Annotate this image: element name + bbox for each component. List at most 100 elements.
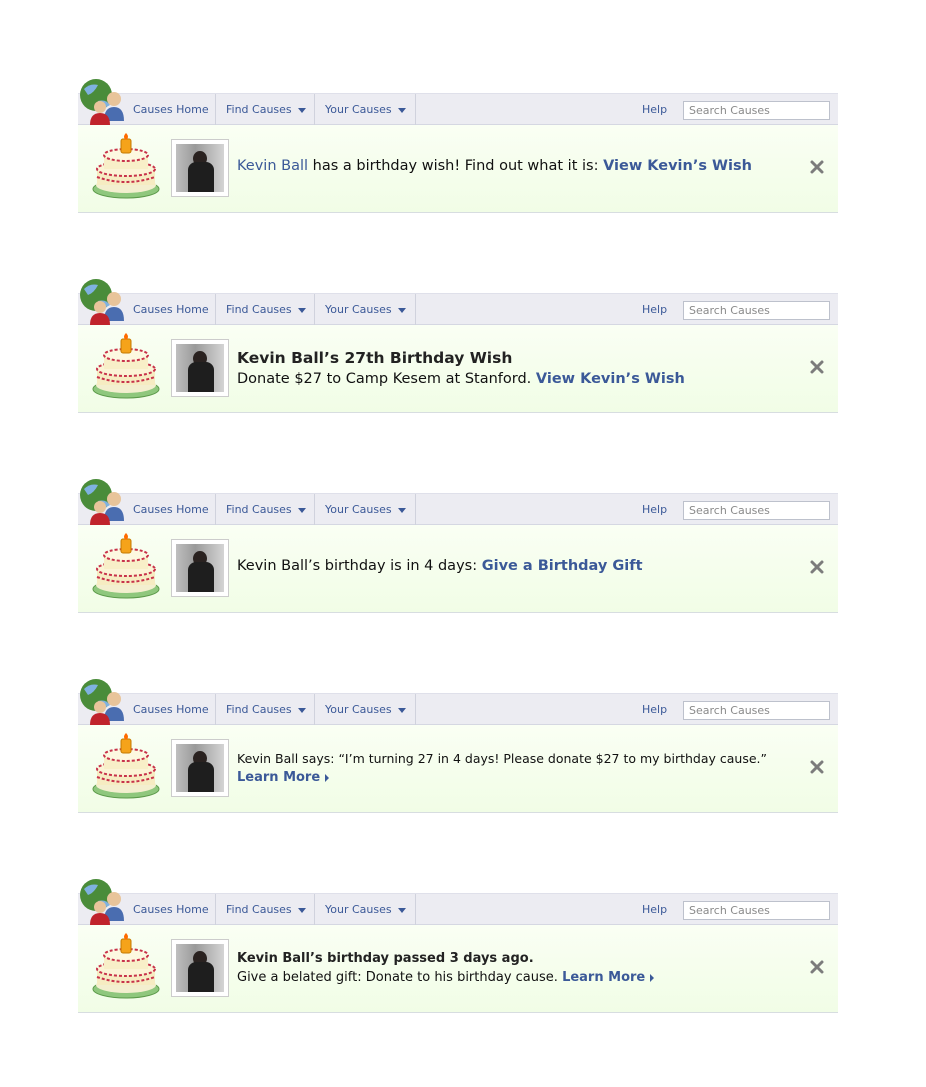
globe-people-icon[interactable] bbox=[78, 477, 128, 525]
nav-your-causes[interactable]: Your Causes bbox=[314, 94, 416, 125]
nav-your-label: Your Causes bbox=[325, 503, 392, 516]
passed-heading: Kevin Ball’s birthday passed 3 days ago. bbox=[237, 951, 534, 966]
globe-people-icon[interactable] bbox=[78, 877, 128, 925]
chevron-down-icon bbox=[397, 707, 406, 713]
chevron-down-icon bbox=[397, 507, 406, 513]
nav-your-label: Your Causes bbox=[325, 303, 392, 316]
birthday-panel: Kevin Ball says: “I’m turning 27 in 4 da… bbox=[78, 725, 838, 813]
nav-find-label: Find Causes bbox=[226, 103, 292, 116]
profile-photo[interactable] bbox=[171, 339, 229, 397]
search-input[interactable] bbox=[683, 301, 830, 320]
message-text: Donate $27 to Camp Kesem at Stanford. bbox=[237, 371, 536, 387]
nav-your-label: Your Causes bbox=[325, 703, 392, 716]
wish-heading: Kevin Ball’s 27th Birthday Wish bbox=[237, 349, 513, 367]
search-input[interactable] bbox=[683, 501, 830, 520]
chevron-down-icon bbox=[397, 307, 406, 313]
friend-name-link[interactable]: Kevin Ball bbox=[237, 158, 308, 174]
nav-help[interactable]: Help bbox=[642, 894, 667, 925]
chevron-down-icon bbox=[297, 307, 306, 313]
search-input[interactable] bbox=[683, 901, 830, 920]
close-icon[interactable] bbox=[809, 959, 825, 975]
nav-find-causes[interactable]: Find Causes bbox=[215, 694, 314, 725]
close-icon[interactable] bbox=[809, 159, 825, 175]
globe-people-icon[interactable] bbox=[78, 277, 128, 325]
chevron-down-icon bbox=[397, 907, 406, 913]
nav-your-causes[interactable]: Your Causes bbox=[314, 494, 416, 525]
globe-people-icon[interactable] bbox=[78, 677, 128, 725]
birthday-panel: Kevin Ball’s birthday is in 4 days: Give… bbox=[78, 525, 838, 613]
close-icon[interactable] bbox=[809, 359, 825, 375]
chevron-down-icon bbox=[297, 707, 306, 713]
give-gift-link[interactable]: Give a Birthday Gift bbox=[482, 558, 643, 574]
close-icon[interactable] bbox=[809, 759, 825, 775]
nav-causes-home[interactable]: Causes Home bbox=[133, 94, 209, 125]
nav-causes-home[interactable]: Causes Home bbox=[133, 294, 209, 325]
causes-navbar: Causes Home Find Causes Your Causes Help bbox=[78, 893, 838, 925]
nav-your-causes[interactable]: Your Causes bbox=[314, 694, 416, 725]
profile-photo[interactable] bbox=[171, 539, 229, 597]
birthday-message: Kevin Ball’s birthday is in 4 days: Give… bbox=[237, 558, 643, 574]
wish-details: Donate $27 to Camp Kesem at Stanford. Vi… bbox=[237, 371, 685, 387]
message-text: Give a belated gift: Donate to his birth… bbox=[237, 970, 563, 985]
chevron-down-icon bbox=[297, 907, 306, 913]
causes-banner-variant-3: Causes Home Find Causes Your Causes Help… bbox=[78, 493, 838, 633]
nav-help[interactable]: Help bbox=[642, 94, 667, 125]
belated-row: Give a belated gift: Donate to his birth… bbox=[237, 970, 655, 985]
nav-find-causes[interactable]: Find Causes bbox=[215, 294, 314, 325]
birthday-message: Kevin Ball has a birthday wish! Find out… bbox=[237, 158, 752, 174]
learn-more-link[interactable]: Learn More bbox=[237, 770, 320, 785]
chevron-down-icon bbox=[297, 507, 306, 513]
nav-find-label: Find Causes bbox=[226, 903, 292, 916]
birthday-cake-icon bbox=[92, 933, 160, 999]
chevron-down-icon bbox=[297, 107, 306, 113]
nav-your-causes[interactable]: Your Causes bbox=[314, 294, 416, 325]
nav-causes-home[interactable]: Causes Home bbox=[133, 694, 209, 725]
arrow-right-icon bbox=[650, 973, 655, 982]
close-icon[interactable] bbox=[809, 559, 825, 575]
birthday-cake-icon bbox=[92, 533, 160, 599]
view-wish-link[interactable]: View Kevin’s Wish bbox=[536, 371, 685, 387]
birthday-cake-icon bbox=[92, 133, 160, 199]
birthday-panel: Kevin Ball’s 27th Birthday Wish Donate $… bbox=[78, 325, 838, 413]
profile-photo[interactable] bbox=[171, 739, 229, 797]
nav-find-label: Find Causes bbox=[226, 503, 292, 516]
birthday-panel: Kevin Ball’s birthday passed 3 days ago.… bbox=[78, 925, 838, 1013]
causes-banner-variant-4: Causes Home Find Causes Your Causes Help… bbox=[78, 693, 838, 833]
nav-find-causes[interactable]: Find Causes bbox=[215, 894, 314, 925]
birthday-cake-icon bbox=[92, 733, 160, 799]
nav-find-causes[interactable]: Find Causes bbox=[215, 494, 314, 525]
chevron-down-icon bbox=[397, 107, 406, 113]
nav-causes-home[interactable]: Causes Home bbox=[133, 894, 209, 925]
causes-banner-variant-1: Causes Home Find Causes Your Causes Help… bbox=[78, 93, 838, 233]
birthday-cake-icon bbox=[92, 333, 160, 399]
message-text: Kevin Ball’s birthday is in 4 days: bbox=[237, 558, 482, 574]
nav-causes-home[interactable]: Causes Home bbox=[133, 494, 209, 525]
arrow-right-icon bbox=[325, 773, 330, 782]
quote-message: Kevin Ball says: “I’m turning 27 in 4 da… bbox=[237, 751, 767, 766]
profile-photo[interactable] bbox=[171, 139, 229, 197]
causes-navbar: Causes Home Find Causes Your Causes Help bbox=[78, 493, 838, 525]
message-text: has a birthday wish! Find out what it is… bbox=[308, 158, 604, 174]
causes-banner-variant-2: Causes Home Find Causes Your Causes Help… bbox=[78, 293, 838, 433]
search-input[interactable] bbox=[683, 101, 830, 120]
nav-your-label: Your Causes bbox=[325, 103, 392, 116]
nav-help[interactable]: Help bbox=[642, 294, 667, 325]
learn-more-row: Learn More bbox=[237, 770, 330, 785]
globe-people-icon[interactable] bbox=[78, 77, 128, 125]
nav-your-label: Your Causes bbox=[325, 903, 392, 916]
birthday-panel: Kevin Ball has a birthday wish! Find out… bbox=[78, 125, 838, 213]
nav-help[interactable]: Help bbox=[642, 494, 667, 525]
nav-find-label: Find Causes bbox=[226, 703, 292, 716]
view-wish-link[interactable]: View Kevin’s Wish bbox=[603, 158, 752, 174]
nav-help[interactable]: Help bbox=[642, 694, 667, 725]
search-input[interactable] bbox=[683, 701, 830, 720]
profile-photo[interactable] bbox=[171, 939, 229, 997]
learn-more-link[interactable]: Learn More bbox=[562, 970, 645, 985]
causes-navbar: Causes Home Find Causes Your Causes Help bbox=[78, 293, 838, 325]
nav-find-causes[interactable]: Find Causes bbox=[215, 94, 314, 125]
nav-your-causes[interactable]: Your Causes bbox=[314, 894, 416, 925]
causes-banner-variant-5: Causes Home Find Causes Your Causes Help… bbox=[78, 893, 838, 1033]
nav-find-label: Find Causes bbox=[226, 303, 292, 316]
causes-navbar: Causes Home Find Causes Your Causes Help bbox=[78, 693, 838, 725]
causes-navbar: Causes Home Find Causes Your Causes Help bbox=[78, 93, 838, 125]
